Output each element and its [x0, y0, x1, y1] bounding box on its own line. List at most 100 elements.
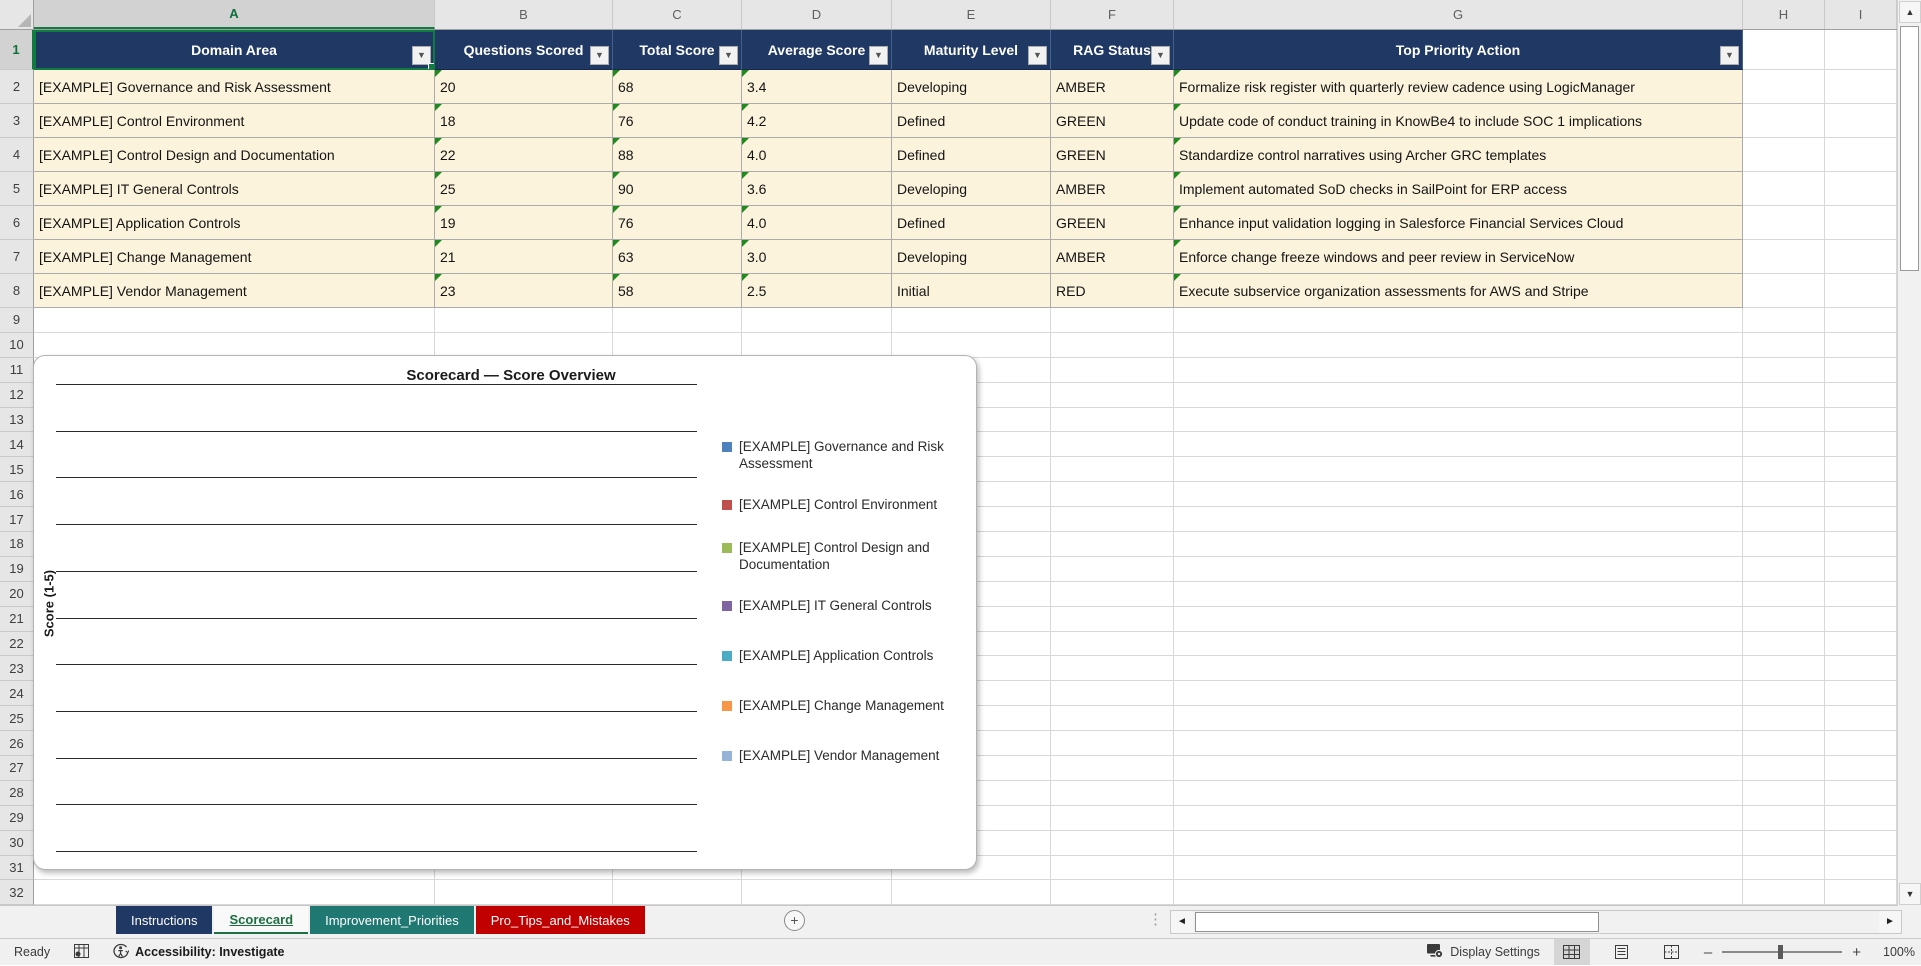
data-cell[interactable]: 3.6: [742, 172, 892, 206]
empty-cell[interactable]: [1825, 507, 1897, 533]
chart-object[interactable]: Scorecard — Score Overview Score (1-5) […: [33, 355, 977, 870]
empty-cell[interactable]: [1743, 855, 1825, 881]
row-header-24[interactable]: 24: [0, 681, 34, 707]
row-header-21[interactable]: 21: [0, 606, 34, 632]
empty-cell[interactable]: [1825, 432, 1897, 458]
data-cell[interactable]: [EXAMPLE] IT General Controls: [34, 172, 435, 206]
empty-cell[interactable]: [1051, 780, 1174, 806]
empty-cell[interactable]: [1174, 532, 1743, 557]
row-header-27[interactable]: 27: [0, 756, 34, 781]
row-header-3[interactable]: 3: [0, 104, 34, 138]
sheet-tab-instructions[interactable]: Instructions: [116, 906, 213, 935]
empty-cell[interactable]: [1825, 308, 1897, 333]
empty-cell[interactable]: [1743, 780, 1825, 806]
empty-cell[interactable]: [1174, 756, 1743, 781]
scroll-up-arrow-icon[interactable]: ▲: [1899, 1, 1921, 23]
empty-cell[interactable]: [1174, 830, 1743, 856]
empty-cell[interactable]: [1825, 681, 1897, 707]
empty-cell[interactable]: [1825, 332, 1897, 358]
empty-cell[interactable]: [1825, 457, 1897, 483]
row-header-1[interactable]: 1: [0, 30, 34, 70]
row-header-16[interactable]: 16: [0, 482, 34, 508]
empty-cell[interactable]: [1174, 606, 1743, 632]
empty-cell[interactable]: [1825, 104, 1897, 138]
empty-cell[interactable]: [1743, 357, 1825, 383]
data-cell[interactable]: Developing: [892, 172, 1051, 206]
header-cell-6[interactable]: RAG Status ▼: [1051, 30, 1174, 70]
empty-cell[interactable]: [1743, 532, 1825, 557]
empty-cell[interactable]: [1743, 830, 1825, 856]
row-header-32[interactable]: 32: [0, 880, 34, 906]
header-cell-1[interactable]: Domain Area ▼: [34, 30, 435, 70]
data-cell[interactable]: 20: [435, 70, 613, 104]
horizontal-scrollbar[interactable]: ◄ ►: [1170, 910, 1902, 935]
row-header-17[interactable]: 17: [0, 507, 34, 533]
scroll-down-arrow-icon[interactable]: ▼: [1899, 883, 1921, 905]
empty-cell[interactable]: [1825, 556, 1897, 582]
empty-cell[interactable]: [1743, 332, 1825, 358]
empty-cell[interactable]: [1051, 382, 1174, 408]
filter-dropdown-icon[interactable]: ▼: [719, 46, 738, 65]
empty-cell[interactable]: [435, 880, 613, 906]
empty-cell[interactable]: [1051, 507, 1174, 533]
empty-cell[interactable]: [1051, 855, 1174, 881]
empty-cell[interactable]: [1825, 581, 1897, 607]
empty-cell[interactable]: [1743, 482, 1825, 508]
empty-cell[interactable]: [1174, 432, 1743, 458]
macro-record-icon[interactable]: [74, 943, 90, 961]
data-cell[interactable]: 22: [435, 138, 613, 172]
data-cell[interactable]: 19: [435, 206, 613, 240]
empty-cell[interactable]: [1051, 581, 1174, 607]
scroll-right-arrow-icon[interactable]: ►: [1879, 911, 1901, 934]
row-header-30[interactable]: 30: [0, 830, 34, 856]
data-cell[interactable]: [EXAMPLE] Control Design and Documentati…: [34, 138, 435, 172]
empty-cell[interactable]: [1743, 407, 1825, 433]
row-header-19[interactable]: 19: [0, 556, 34, 582]
row-header-8[interactable]: 8: [0, 274, 34, 308]
empty-cell[interactable]: [1174, 556, 1743, 582]
data-cell[interactable]: 21: [435, 240, 613, 274]
empty-cell[interactable]: [1825, 172, 1897, 206]
empty-cell[interactable]: [1825, 780, 1897, 806]
empty-cell[interactable]: [1743, 681, 1825, 707]
empty-cell[interactable]: [1174, 855, 1743, 881]
column-header-B[interactable]: B: [435, 0, 613, 29]
row-header-4[interactable]: 4: [0, 138, 34, 172]
data-cell[interactable]: 3.0: [742, 240, 892, 274]
data-cell[interactable]: 76: [613, 104, 742, 138]
zoom-level[interactable]: 100%: [1871, 945, 1915, 959]
empty-cell[interactable]: [1174, 656, 1743, 682]
column-header-G[interactable]: G: [1174, 0, 1743, 29]
data-cell[interactable]: [EXAMPLE] Control Environment: [34, 104, 435, 138]
horizontal-scroll-thumb[interactable]: [1195, 912, 1599, 933]
empty-cell[interactable]: [1174, 457, 1743, 483]
zoom-in-button[interactable]: +: [1852, 944, 1861, 961]
empty-cell[interactable]: [1743, 805, 1825, 831]
empty-cell[interactable]: [1743, 382, 1825, 408]
accessibility-status[interactable]: Accessibility: Investigate: [113, 943, 285, 962]
row-header-31[interactable]: 31: [0, 855, 34, 881]
data-cell[interactable]: 25: [435, 172, 613, 206]
data-cell[interactable]: [EXAMPLE] Vendor Management: [34, 274, 435, 308]
data-cell[interactable]: 88: [613, 138, 742, 172]
empty-cell[interactable]: [1743, 581, 1825, 607]
header-cell-5[interactable]: Maturity Level ▼: [892, 30, 1051, 70]
empty-cell[interactable]: [1743, 731, 1825, 757]
data-cell[interactable]: Execute subservice organization assessme…: [1174, 274, 1743, 308]
page-layout-view-button[interactable]: [1604, 939, 1640, 965]
empty-cell[interactable]: [1825, 880, 1897, 906]
data-cell[interactable]: AMBER: [1051, 240, 1174, 274]
empty-cell[interactable]: [1743, 631, 1825, 657]
data-cell[interactable]: Defined: [892, 138, 1051, 172]
empty-cell[interactable]: [1743, 240, 1825, 274]
empty-cell[interactable]: [1174, 706, 1743, 732]
data-cell[interactable]: Defined: [892, 104, 1051, 138]
empty-cell[interactable]: [1825, 240, 1897, 274]
empty-cell[interactable]: [1743, 274, 1825, 308]
column-header-F[interactable]: F: [1051, 0, 1174, 29]
empty-cell[interactable]: [1174, 805, 1743, 831]
data-cell[interactable]: [EXAMPLE] Change Management: [34, 240, 435, 274]
empty-cell[interactable]: [1825, 382, 1897, 408]
column-header-C[interactable]: C: [613, 0, 742, 29]
row-header-2[interactable]: 2: [0, 70, 34, 104]
